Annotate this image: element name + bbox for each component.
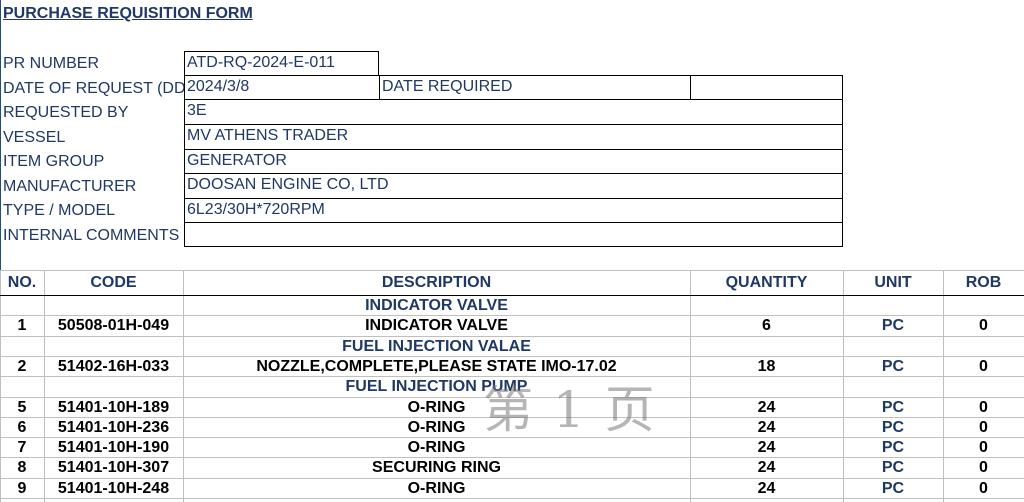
table-cell-unit: PC bbox=[881, 317, 905, 334]
requested-by-field[interactable]: 3E bbox=[184, 99, 843, 125]
table-cell-no: 8 bbox=[17, 459, 27, 476]
table-cell-rob: 0 bbox=[979, 439, 988, 456]
table-cell-quantity: 24 bbox=[757, 419, 776, 436]
table-cell-code: 51401-10H-236 bbox=[57, 419, 170, 436]
date-required-label: DATE REQUIRED bbox=[379, 75, 691, 100]
pr-number-field[interactable]: ATD-RQ-2024-E-011 bbox=[184, 51, 379, 76]
table-cell-no: 1 bbox=[17, 317, 27, 334]
table-cell-unit: PC bbox=[881, 480, 905, 497]
table-cell-quantity: 24 bbox=[757, 459, 776, 476]
table-cell-quantity: 24 bbox=[757, 399, 776, 416]
date-of-request-field[interactable]: 2024/3/8 bbox=[184, 75, 380, 100]
header-code: CODE bbox=[90, 274, 137, 291]
table-cell-no: 7 bbox=[17, 439, 27, 456]
table-cell-quantity: 18 bbox=[757, 358, 776, 375]
table-cell-code: 50508-01H-049 bbox=[57, 317, 170, 334]
requested-by-label: REQUESTED BY bbox=[3, 104, 129, 121]
table-cell-quantity: 24 bbox=[757, 480, 776, 497]
pr-number-label: PR NUMBER bbox=[3, 55, 100, 72]
internal-comments-label: INTERNAL COMMENTS bbox=[3, 227, 180, 244]
group-heading-description: FUEL INJECTION VALAE bbox=[342, 338, 531, 355]
table-cell-no: 6 bbox=[17, 419, 27, 436]
table-cell-unit: PC bbox=[881, 439, 905, 456]
table-cell-unit: PC bbox=[881, 358, 905, 375]
table-cell-code: 51401-10H-190 bbox=[57, 439, 170, 456]
table-cell-no: 2 bbox=[17, 358, 27, 375]
table-cell-code: 51401-10H-248 bbox=[57, 480, 170, 497]
grid-line bbox=[0, 270, 1024, 271]
header-description: DESCRIPTION bbox=[381, 274, 492, 291]
table-cell-description: SECURING RING bbox=[372, 459, 501, 476]
page-watermark: 第 1 页 bbox=[483, 381, 657, 439]
table-cell-unit: PC bbox=[881, 419, 905, 436]
type-model-field[interactable]: 6L23/30H*720RPM bbox=[184, 198, 843, 223]
table-cell-no: 9 bbox=[17, 480, 27, 497]
table-cell-code: 51402-16H-033 bbox=[57, 358, 170, 375]
table-cell-rob: 0 bbox=[979, 459, 988, 476]
header-unit: UNIT bbox=[874, 274, 912, 291]
item-group-field[interactable]: GENERATOR bbox=[184, 149, 843, 174]
group-heading-description: INDICATOR VALVE bbox=[365, 297, 508, 314]
table-cell-rob: 0 bbox=[979, 419, 988, 436]
form-title: PURCHASE REQUISITION FORM bbox=[3, 5, 253, 22]
table-cell-rob: 0 bbox=[979, 480, 988, 497]
table-cell-quantity: 6 bbox=[762, 317, 771, 334]
header-rob: ROB bbox=[965, 274, 1002, 291]
vessel-label: VESSEL bbox=[3, 129, 66, 146]
manufacturer-label: MANUFACTURER bbox=[3, 178, 137, 195]
header-no: NO. bbox=[7, 274, 37, 291]
item-group-label: ITEM GROUP bbox=[3, 153, 105, 170]
table-cell-rob: 0 bbox=[979, 399, 988, 416]
table-cell-code: 51401-10H-189 bbox=[57, 399, 170, 416]
internal-comments-field[interactable] bbox=[184, 222, 843, 247]
manufacturer-field[interactable]: DOOSAN ENGINE CO, LTD bbox=[184, 173, 843, 199]
table-cell-description: O-RING bbox=[407, 480, 466, 497]
table-cell-code: 51401-10H-307 bbox=[57, 459, 170, 476]
date-required-field[interactable] bbox=[690, 75, 843, 100]
vessel-field[interactable]: MV ATHENS TRADER bbox=[184, 124, 843, 150]
table-cell-description: INDICATOR VALVE bbox=[365, 317, 508, 334]
table-cell-rob: 0 bbox=[979, 317, 988, 334]
header-quantity: QUANTITY bbox=[725, 274, 808, 291]
table-cell-rob: 0 bbox=[979, 358, 988, 375]
table-cell-no: 5 bbox=[17, 399, 27, 416]
table-cell-unit: PC bbox=[881, 459, 905, 476]
date-of-request-label: DATE OF REQUEST (DD bbox=[3, 80, 184, 97]
table-cell-unit: PC bbox=[881, 399, 905, 416]
table-cell-quantity: 24 bbox=[757, 439, 776, 456]
type-model-label: TYPE / MODEL bbox=[3, 202, 116, 219]
